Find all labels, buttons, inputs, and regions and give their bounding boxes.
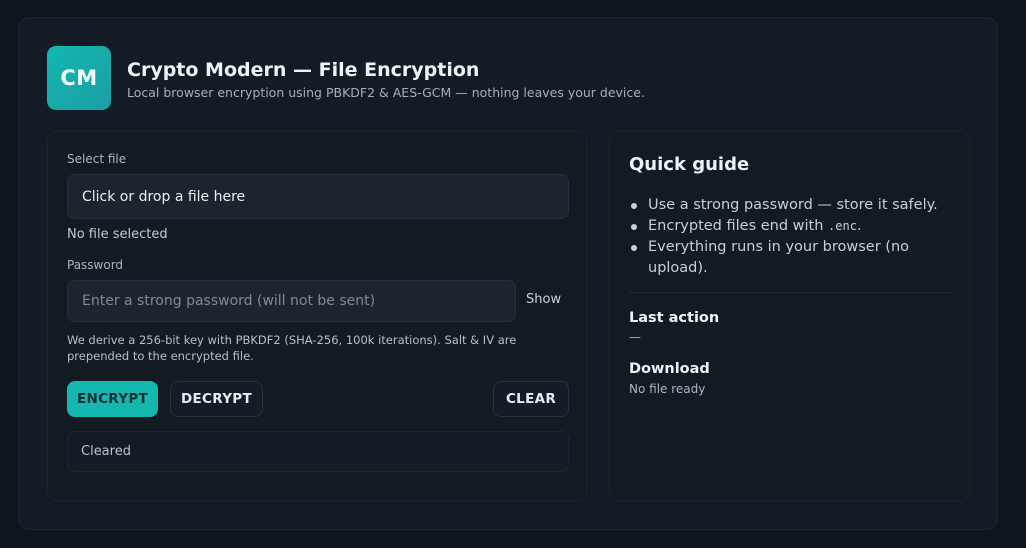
- page-title: Crypto Modern — File Encryption: [127, 59, 480, 81]
- guide-item-text: Everything runs in your browser (no uplo…: [648, 239, 909, 276]
- guide-list: Use a strong password — store it safely.…: [629, 195, 949, 279]
- app-window: CM Crypto Modern — File Encryption Local…: [18, 17, 998, 530]
- download-status: No file ready: [629, 382, 706, 396]
- file-status: No file selected: [67, 227, 168, 242]
- guide-card: Quick guide Use a strong password — stor…: [609, 131, 970, 501]
- password-label: Password: [67, 258, 124, 272]
- page-subtitle: Local browser encryption using PBKDF2 & …: [127, 85, 645, 100]
- file-label: Select file: [67, 152, 127, 166]
- encrypt-button[interactable]: ENCRYPT: [67, 381, 158, 417]
- show-password-toggle[interactable]: Show: [526, 292, 561, 307]
- download-title: Download: [629, 361, 710, 377]
- guide-item-text: Encrypted files end with: [648, 218, 829, 234]
- extension-code: .enc: [828, 219, 857, 233]
- encryption-form-card: Select file Click or drop a file here No…: [47, 131, 587, 501]
- file-drop-zone[interactable]: Click or drop a file here: [67, 174, 569, 219]
- status-box: Cleared: [67, 431, 569, 472]
- guide-item: Use a strong password — store it safely.: [629, 195, 949, 216]
- guide-item-text: .: [856, 218, 862, 234]
- clear-button[interactable]: CLEAR: [493, 381, 569, 417]
- guide-item: Everything runs in your browser (no uplo…: [629, 237, 949, 279]
- decrypt-button[interactable]: DECRYPT: [170, 381, 263, 417]
- divider: [629, 292, 951, 293]
- guide-title: Quick guide: [629, 154, 750, 175]
- header: CM Crypto Modern — File Encryption Local…: [47, 46, 947, 110]
- last-action-title: Last action: [629, 310, 720, 326]
- guide-item-text: Use a strong password — store it safely.: [648, 197, 938, 213]
- key-derivation-note: We derive a 256-bit key with PBKDF2 (SHA…: [67, 333, 517, 363]
- app-logo: CM: [47, 46, 111, 110]
- guide-item: Encrypted files end with .enc.: [629, 216, 949, 237]
- status-text: Cleared: [81, 444, 131, 459]
- last-action-value: —: [629, 330, 641, 344]
- password-input[interactable]: [67, 280, 516, 322]
- file-drop-text: Click or drop a file here: [82, 188, 246, 205]
